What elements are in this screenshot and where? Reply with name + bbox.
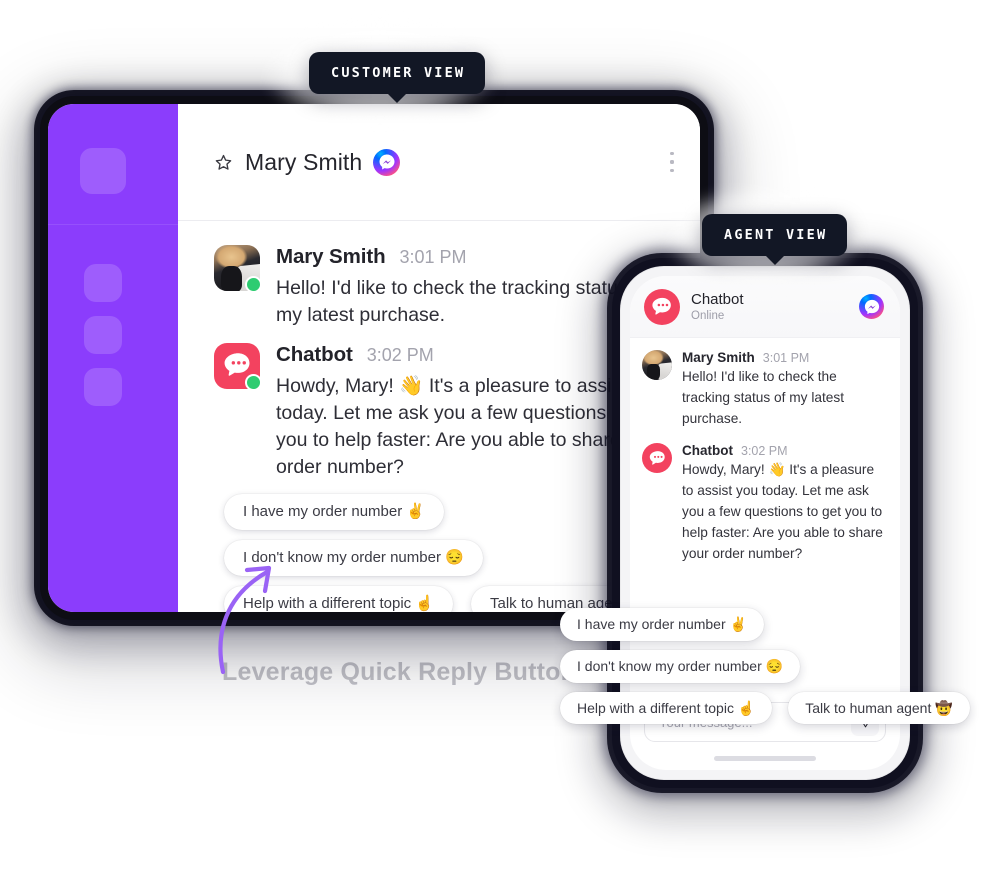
message-author: Mary Smith: [276, 245, 386, 268]
avatar: [214, 342, 262, 391]
chat-bubble-icon: [649, 451, 665, 465]
avatar: [642, 350, 672, 380]
sidebar-divider: [48, 224, 178, 225]
phone-header-name: Chatbot: [691, 290, 744, 308]
online-status-dot: [245, 276, 262, 293]
customer-view-label: CUSTOMER VIEW: [309, 52, 486, 94]
home-indicator: [714, 756, 816, 761]
message-author: Chatbot: [276, 342, 353, 366]
message-timestamp: 3:01 PM: [762, 351, 810, 365]
message-text: Howdy, Mary! 👋 It's a pleasure to assist…: [276, 374, 665, 478]
quick-reply-button[interactable]: I don't know my order number 😔: [560, 649, 801, 683]
avatar: [214, 245, 262, 293]
messenger-icon: [859, 294, 884, 319]
status-badge: Online: [691, 310, 725, 323]
message-timestamp: 3:01 PM: [399, 247, 467, 267]
messenger-bolt-glyph: [864, 299, 879, 314]
customer-chat-window: Mary Smith Mary Smith 3:01 PM Hello! I'd…: [48, 104, 700, 612]
message-timestamp: 3:02 PM: [741, 444, 788, 459]
star-icon[interactable]: [214, 153, 233, 172]
message-author: Chatbot: [682, 443, 733, 459]
customer-photo-avatar: [642, 350, 672, 380]
quick-reply-button[interactable]: I have my order number ✌️: [560, 608, 764, 641]
quick-reply-button[interactable]: Help with a different topic ☝️: [560, 691, 773, 725]
messenger-icon: [373, 148, 401, 176]
agent-view-label: AGENT VIEW: [702, 214, 848, 256]
messenger-bolt-glyph: [379, 154, 395, 170]
message-text: Howdy, Mary! 👋 It's a pleasure to assist…: [682, 462, 883, 561]
sidebar-item-app-logo[interactable]: [80, 148, 126, 194]
online-status-dot: [245, 373, 262, 391]
chat-bubble-icon: [652, 297, 671, 315]
sidebar-item-nav-2[interactable]: [84, 316, 122, 354]
message-item: Chatbot 3:02 PM Howdy, Mary! 👋 It's a pl…: [214, 342, 670, 481]
message-item: Mary Smith 3:01 PM Hello! I'd like to ch…: [214, 245, 670, 329]
sidebar-item-nav-3[interactable]: [84, 368, 122, 406]
quick-reply-button[interactable]: I have my order number ✌️: [224, 494, 445, 531]
message-item: Mary Smith 3:01 PM Hello! I'd like to ch…: [642, 350, 886, 429]
chatbot-avatar: [642, 443, 672, 474]
illustration-stage: Leverage Quick Reply Buttons Mary Smith: [0, 0, 1000, 884]
desktop-sidebar[interactable]: [48, 104, 178, 612]
annotation-arrow-icon: [218, 565, 272, 675]
quick-reply-button[interactable]: Talk to human agent 🤠: [788, 691, 970, 725]
chatbot-avatar: [644, 288, 680, 325]
kebab-menu-icon[interactable]: [670, 152, 674, 172]
message-text: Hello! I'd like to check the tracking st…: [276, 277, 650, 326]
message-author: Mary Smith: [682, 350, 755, 365]
sidebar-item-nav-1[interactable]: [84, 264, 122, 302]
phone-quick-reply-group: I have my order number ✌️ I don't know m…: [560, 608, 980, 725]
message-timestamp: 3:02 PM: [366, 344, 434, 365]
page-title: Mary Smith: [245, 148, 363, 175]
message-item: Chatbot 3:02 PM Howdy, Mary! 👋 It's a pl…: [642, 443, 886, 564]
message-text: Hello! I'd like to check the tracking st…: [682, 369, 845, 426]
